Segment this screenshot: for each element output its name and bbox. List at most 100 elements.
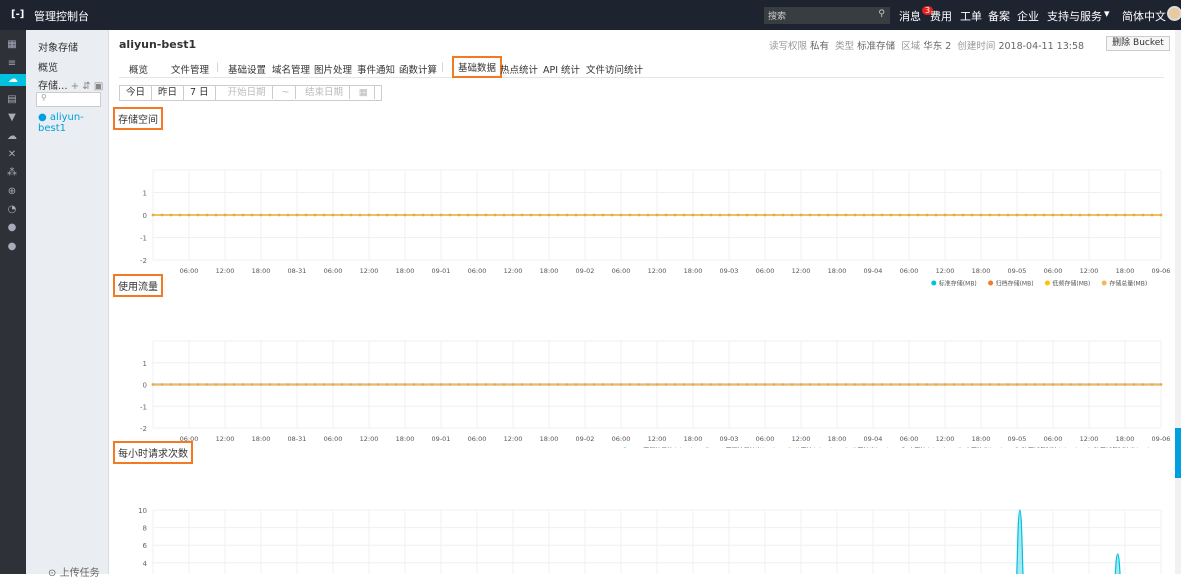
data-point: [673, 213, 677, 217]
page-scrollbar[interactable]: [1175, 30, 1181, 574]
legend-label: 存储总量(MB): [1109, 280, 1147, 288]
delete-bucket-button[interactable]: 删除 Bucket: [1106, 36, 1170, 51]
x-tick-label: 18:00: [396, 435, 415, 443]
tab-functions[interactable]: 函数计算: [399, 62, 437, 76]
y-tick-label: -2: [140, 257, 147, 265]
database-icon[interactable]: ▤: [6, 94, 18, 106]
data-point: [556, 213, 560, 217]
feedback-tab[interactable]: [1175, 428, 1181, 478]
legend-swatch: [1015, 447, 1019, 448]
messages-link[interactable]: 消息 3: [899, 6, 934, 24]
data-point: [286, 383, 290, 386]
data-point: [1069, 383, 1073, 386]
x-tick-label: 09-01: [432, 267, 451, 275]
language-selector[interactable]: 简体中文: [1122, 8, 1166, 24]
yesterday-button[interactable]: 昨日: [152, 86, 185, 100]
support-link[interactable]: 支持与服务: [1047, 8, 1102, 24]
tab-settings[interactable]: 基础设置: [228, 62, 266, 76]
data-point: [610, 213, 614, 217]
search-input[interactable]: 搜索 ⚲: [764, 7, 890, 24]
data-point: [664, 213, 668, 217]
legend-swatch: [844, 447, 848, 448]
cloud-icon[interactable]: ☁: [6, 131, 18, 143]
tab-files[interactable]: 文件管理: [171, 62, 209, 76]
y-tick-label: 1: [143, 190, 147, 198]
today-button[interactable]: 今日: [120, 86, 153, 100]
avatar[interactable]: [1167, 6, 1181, 21]
data-point: [592, 213, 596, 217]
grid-icon[interactable]: ▦: [6, 39, 18, 51]
tab-file-access[interactable]: 文件访问统计: [586, 62, 643, 76]
dot-icon[interactable]: ●: [6, 241, 18, 253]
tab-hotspot[interactable]: 热点统计: [500, 62, 538, 76]
data-point: [394, 383, 398, 386]
x-tick-label: 12:00: [504, 267, 523, 275]
globe-icon[interactable]: ⊕: [6, 186, 18, 198]
tab-domains[interactable]: 域名管理: [272, 62, 310, 76]
oss-icon[interactable]: ☁: [0, 74, 26, 86]
data-point: [682, 383, 686, 386]
data-point: [898, 383, 902, 386]
x-tick-label: 06:00: [756, 435, 775, 443]
sidebar-item-buckets[interactable]: 存储... + ⇵ ▣: [38, 77, 103, 92]
x-tick-label: 08-31: [288, 267, 307, 275]
data-point: [214, 383, 218, 386]
data-point: [160, 213, 164, 217]
legend-swatch: [1101, 280, 1107, 286]
tab-basic-data[interactable]: 基础数据: [452, 56, 503, 78]
search-icon[interactable]: ⚲: [878, 9, 885, 19]
refresh-icon[interactable]: ◔: [6, 204, 18, 216]
seven-days-button[interactable]: 7 日: [184, 86, 216, 100]
sidebar-item-bucket[interactable]: ● aliyun-best1: [38, 112, 108, 134]
y-tick-label: 0: [143, 212, 147, 220]
x-tick-label: 12:00: [936, 267, 955, 275]
workorder-link[interactable]: 工单: [960, 8, 982, 24]
data-point: [538, 213, 542, 217]
x-tick-label: 18:00: [972, 267, 991, 275]
data-point: [448, 213, 452, 217]
sidebar-item-overview[interactable]: 概览: [38, 59, 58, 74]
tab-overview[interactable]: 概览: [129, 62, 148, 76]
upload-tasks-link[interactable]: ⊙ 上传任务: [48, 564, 100, 579]
data-point: [277, 213, 281, 217]
data-point: [664, 383, 668, 386]
console-logo-icon[interactable]: [-]: [11, 9, 24, 20]
data-point: [871, 213, 875, 217]
data-point: [745, 213, 749, 217]
x-tick-label: 09-04: [864, 267, 883, 275]
fees-link[interactable]: 费用: [930, 8, 952, 24]
icp-link[interactable]: 备案: [988, 8, 1010, 24]
enterprise-link[interactable]: 企业: [1017, 8, 1039, 24]
x-tick-label: 12:00: [1080, 435, 1099, 443]
circle-icon[interactable]: ●: [6, 222, 18, 234]
network-icon[interactable]: ⁂: [6, 167, 18, 179]
data-point: [826, 383, 830, 386]
data-point: [583, 383, 587, 386]
area-peak: [1114, 553, 1121, 574]
data-point: [205, 383, 209, 386]
data-point: [862, 213, 866, 217]
data-point: [988, 213, 992, 217]
tab-events[interactable]: 事件通知: [357, 62, 395, 76]
data-point: [1150, 213, 1154, 217]
data-point: [637, 213, 641, 217]
refresh-icon[interactable]: ▣: [94, 81, 103, 92]
sort-icon[interactable]: ⇵: [82, 81, 90, 92]
data-point: [205, 213, 209, 217]
data-point: [295, 213, 299, 217]
data-point: [511, 213, 515, 217]
data-point: [1060, 383, 1064, 386]
list-icon[interactable]: ≡: [6, 58, 18, 70]
bucket-search-input[interactable]: ⚲: [36, 92, 101, 107]
shield-icon[interactable]: ▼: [6, 112, 18, 124]
data-point: [322, 213, 326, 217]
cart-icon[interactable]: ▾: [1104, 7, 1110, 20]
main-panel: aliyun-best1 读写权限 私有 类型 标准存储 区域 华东 2 创建时…: [109, 30, 1181, 574]
date-range-input[interactable]: 开始日期 ~ 结束日期 ▦: [216, 86, 381, 100]
tab-api-stats[interactable]: API 统计: [543, 62, 580, 76]
console-title[interactable]: 管理控制台: [34, 8, 89, 24]
data-point: [772, 213, 776, 217]
add-bucket-icon[interactable]: +: [71, 81, 79, 92]
tab-image[interactable]: 图片处理: [314, 62, 352, 76]
cross-icon[interactable]: ✕: [6, 149, 18, 161]
